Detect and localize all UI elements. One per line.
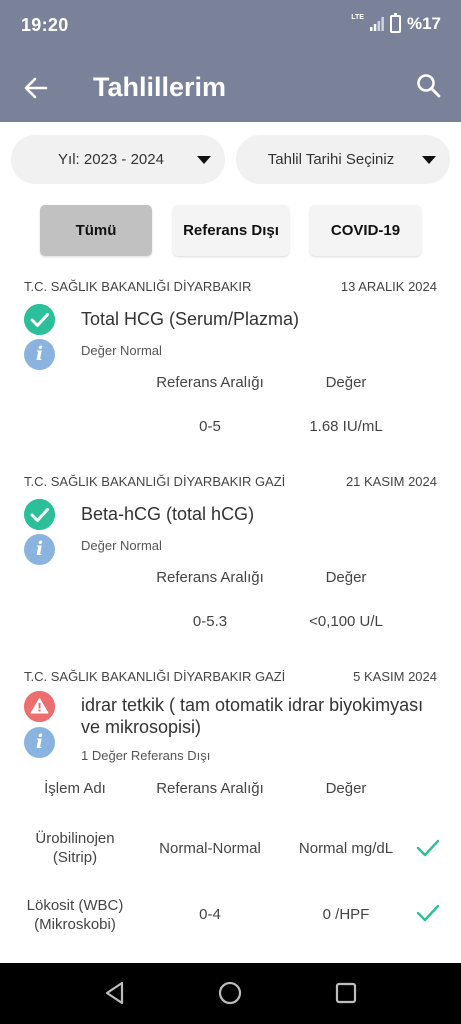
status-bar: 19:20 LTE %17 bbox=[0, 0, 461, 52]
back-arrow-icon[interactable] bbox=[22, 74, 50, 102]
test-name: Total HCG (Serum/Plazma) bbox=[81, 309, 300, 329]
result-value: Normal mg/dL bbox=[298, 840, 394, 857]
warning-icon bbox=[24, 691, 55, 722]
test-name: Beta-hCG (total hCG) bbox=[81, 504, 255, 524]
test-item-name-sub: (Mikroskobi) bbox=[34, 916, 116, 933]
network-type: LTE bbox=[351, 13, 364, 21]
result-card[interactable]: T.C. SAĞLIK BAKANLIĞI DİYARBAKIR 13 ARAL… bbox=[0, 277, 461, 447]
result-date: 13 ARALIK 2024 bbox=[340, 279, 437, 294]
page-title: Tahlillerim bbox=[93, 72, 227, 102]
tab-out-of-reference[interactable]: Referans Dışı bbox=[173, 205, 289, 256]
reference-range: 0-5.3 bbox=[192, 613, 228, 630]
info-icon[interactable]: i bbox=[24, 339, 55, 370]
test-item-name-sub: (Sitrip) bbox=[52, 849, 98, 866]
result-status: Değer Normal bbox=[81, 538, 162, 553]
test-item-name: Ürobilinojen bbox=[35, 830, 115, 847]
test-item-name: Lökosit (WBC) bbox=[26, 897, 124, 914]
test-name-line-1: idrar tetkik ( tam otomatik idrar biyoki… bbox=[81, 695, 424, 715]
year-dropdown[interactable]: Yıl: 2023 - 2024 bbox=[11, 135, 225, 184]
lab-name: T.C. SAĞLIK BAKANLIĞI DİYARBAKIR GAZİ bbox=[24, 474, 286, 489]
battery-level: %17 bbox=[406, 14, 441, 33]
navigation-bar bbox=[0, 963, 461, 1024]
column-header-reference: Referans Aralığı bbox=[156, 374, 264, 391]
date-dropdown-label: Tahlil Tarihi Seçiniz bbox=[267, 151, 395, 168]
signal-icon bbox=[369, 17, 384, 31]
info-icon[interactable]: i bbox=[24, 727, 55, 758]
status-icons: LTE %17 bbox=[351, 13, 441, 34]
dropdown-arrow-icon bbox=[197, 155, 211, 164]
tab-all[interactable]: Tümü bbox=[40, 205, 152, 256]
info-icon[interactable]: i bbox=[24, 534, 55, 565]
lab-name: T.C. SAĞLIK BAKANLIĞI DİYARBAKIR bbox=[24, 279, 252, 294]
battery-icon bbox=[389, 13, 401, 33]
column-header-value: Değer bbox=[325, 569, 367, 586]
check-circle-icon bbox=[24, 499, 55, 530]
nav-home-icon[interactable] bbox=[217, 980, 243, 1006]
year-dropdown-label: Yıl: 2023 - 2024 bbox=[58, 151, 164, 168]
column-header-name: İşlem Adı bbox=[44, 780, 106, 797]
checkmark-icon bbox=[416, 839, 440, 857]
result-status: 1 Değer Referans Dışı bbox=[81, 748, 211, 763]
search-icon[interactable] bbox=[415, 72, 443, 100]
test-name-line-2: ve mikrosopisi) bbox=[81, 717, 202, 737]
date-dropdown[interactable]: Tahlil Tarihi Seçiniz bbox=[236, 135, 450, 184]
nav-recents-icon[interactable] bbox=[333, 980, 359, 1006]
lab-name: T.C. SAĞLIK BAKANLIĞI DİYARBAKIR GAZİ bbox=[24, 669, 286, 684]
check-circle-icon bbox=[24, 304, 55, 335]
result-value: 0 /HPF bbox=[322, 906, 370, 923]
column-header-value: Değer bbox=[325, 374, 367, 391]
column-header-reference: Referans Aralığı bbox=[156, 780, 264, 797]
result-value: 1.68 IU/mL bbox=[309, 418, 383, 435]
column-header-reference: Referans Aralığı bbox=[156, 569, 264, 586]
nav-back-icon[interactable] bbox=[102, 980, 128, 1006]
checkmark-icon bbox=[416, 904, 440, 922]
app-bar: Tahlillerim bbox=[0, 52, 461, 122]
column-header-value: Değer bbox=[325, 780, 367, 797]
result-status: Değer Normal bbox=[81, 343, 162, 358]
dropdown-arrow-icon bbox=[422, 155, 436, 164]
result-card[interactable]: T.C. SAĞLIK BAKANLIĞI DİYARBAKIR GAZİ 5 … bbox=[0, 667, 461, 957]
reference-range: 0-5 bbox=[199, 418, 221, 435]
result-value: <0,100 U/L bbox=[309, 613, 383, 630]
status-time: 19:20 bbox=[21, 15, 69, 35]
reference-range: 0-4 bbox=[199, 906, 221, 923]
reference-range: Normal-Normal bbox=[159, 840, 261, 857]
tab-covid-19[interactable]: COVID-19 bbox=[310, 205, 421, 256]
result-card[interactable]: T.C. SAĞLIK BAKANLIĞI DİYARBAKIR GAZİ 21… bbox=[0, 472, 461, 642]
result-date: 21 KASIM 2024 bbox=[345, 474, 437, 489]
result-date: 5 KASIM 2024 bbox=[353, 669, 437, 684]
